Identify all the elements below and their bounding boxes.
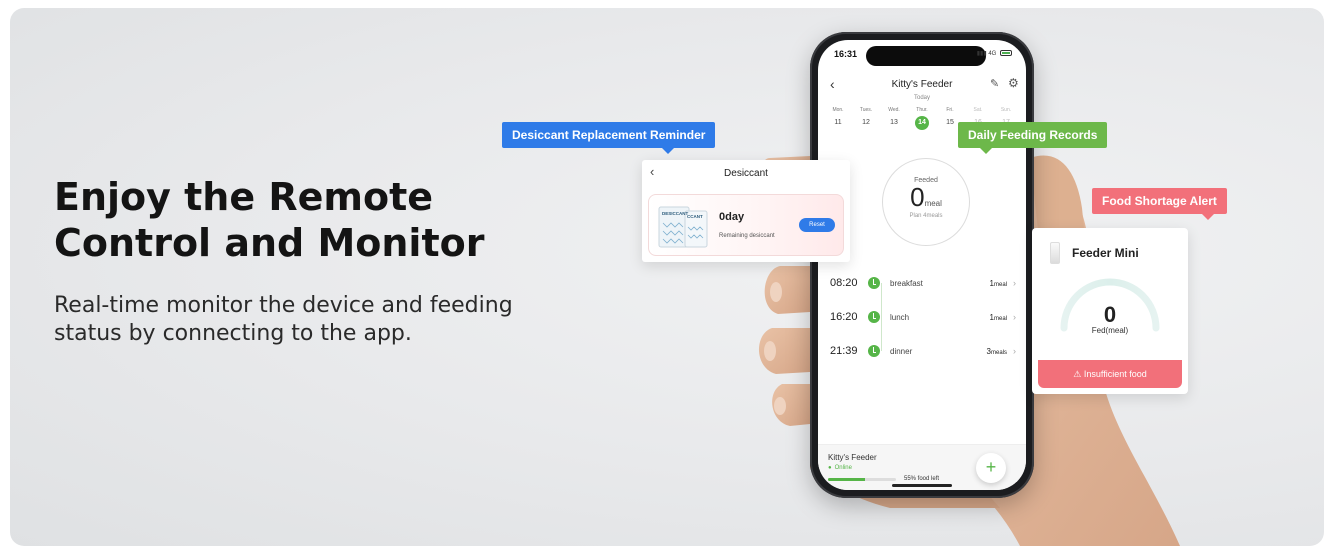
desiccant-sub: Remaining desiccant: [719, 233, 775, 239]
network-label: 4G: [988, 51, 997, 57]
dynamic-island: [866, 46, 986, 66]
svg-text:DESICCANT: DESICCANT: [662, 211, 689, 216]
feeded-summary: Feeded 0meal Plan 4meals: [882, 158, 970, 246]
food-level-bar: [828, 478, 896, 481]
plan-text: Plan 4meals: [909, 213, 943, 219]
warning-icon: ⚠: [1073, 369, 1082, 379]
phone-screen: 16:31 ▮▮▮ 4G ‹ Kitty's Feeder ✎ ⚙ Today …: [818, 40, 1026, 490]
clock-icon: [868, 311, 880, 323]
fed-label: Fed(meal): [1091, 326, 1129, 335]
device-name: Kitty's Feeder: [828, 453, 877, 462]
chevron-right-icon: ›: [1013, 346, 1016, 356]
desiccant-status-panel: DESICCANT CCANT 0day Remaining desiccant…: [648, 194, 844, 256]
signal-icon: ▮▮▮: [976, 51, 987, 57]
edit-icon[interactable]: ✎: [990, 77, 999, 90]
feeded-label: Feeded: [914, 177, 938, 184]
feeder-mini-title: Feeder Mini: [1072, 246, 1139, 260]
insufficient-food-alert: ⚠ Insufficient food: [1038, 360, 1182, 388]
phone-device: 16:31 ▮▮▮ 4G ‹ Kitty's Feeder ✎ ⚙ Today …: [810, 32, 1034, 498]
home-indicator: [892, 484, 952, 487]
device-status: Online: [828, 465, 852, 471]
meal-row[interactable]: 21:39 dinner 3meals ›: [830, 334, 1016, 368]
desiccant-title: Desiccant: [724, 168, 768, 179]
desiccant-card: ‹ Desiccant DESICCANT CCANT 0day Remaini…: [642, 160, 850, 262]
meal-list: 08:20 breakfast 1meal › 16:20 lunch 1mea…: [830, 266, 1016, 368]
desiccant-value: 0day: [719, 211, 745, 223]
banner: Enjoy the Remote Control and Monitor Rea…: [10, 8, 1324, 546]
chevron-right-icon: ›: [1013, 278, 1016, 288]
reset-button[interactable]: Reset: [799, 218, 835, 232]
gear-icon[interactable]: ⚙: [1008, 76, 1019, 90]
fed-value: 0: [1103, 302, 1117, 327]
feeded-value: 0: [910, 182, 925, 212]
clock-icon: [868, 277, 880, 289]
battery-icon: [1000, 50, 1012, 57]
daily-feeding-records-tag: Daily Feeding Records: [958, 122, 1108, 154]
day-wed[interactable]: Wed. 13: [882, 107, 906, 130]
day-mon[interactable]: Mon. 11: [826, 107, 850, 130]
feeded-unit: meal: [924, 199, 942, 208]
status-indicators: ▮▮▮ 4G: [977, 50, 1012, 57]
svg-text:CCANT: CCANT: [687, 214, 703, 219]
day-thu-selected[interactable]: Thur. 14: [910, 107, 934, 130]
food-level-fill: [828, 478, 866, 481]
day-tue[interactable]: Tues. 12: [854, 107, 878, 130]
status-time: 16:31: [834, 49, 858, 59]
feeder-device-icon: [1050, 242, 1060, 264]
clock-icon: [868, 345, 880, 357]
desiccant-reminder-tag: Desiccant Replacement Reminder: [502, 122, 716, 154]
meal-row[interactable]: 16:20 lunch 1meal ›: [830, 300, 1016, 334]
add-button[interactable]: +: [976, 453, 1006, 483]
chevron-right-icon: ›: [1013, 312, 1016, 322]
food-shortage-alert-tag: Food Shortage Alert: [1092, 188, 1227, 220]
insufficient-food-text: Insufficient food: [1083, 369, 1147, 379]
food-left-text: 55% food left: [904, 476, 940, 482]
meal-row[interactable]: 08:20 breakfast 1meal ›: [830, 266, 1016, 300]
feeder-mini-card: Feeder Mini 0 Fed(meal) ⚠ Insufficient f…: [1032, 228, 1188, 394]
today-label: Today: [913, 95, 930, 101]
desiccant-pack-icon: DESICCANT CCANT: [658, 206, 708, 248]
